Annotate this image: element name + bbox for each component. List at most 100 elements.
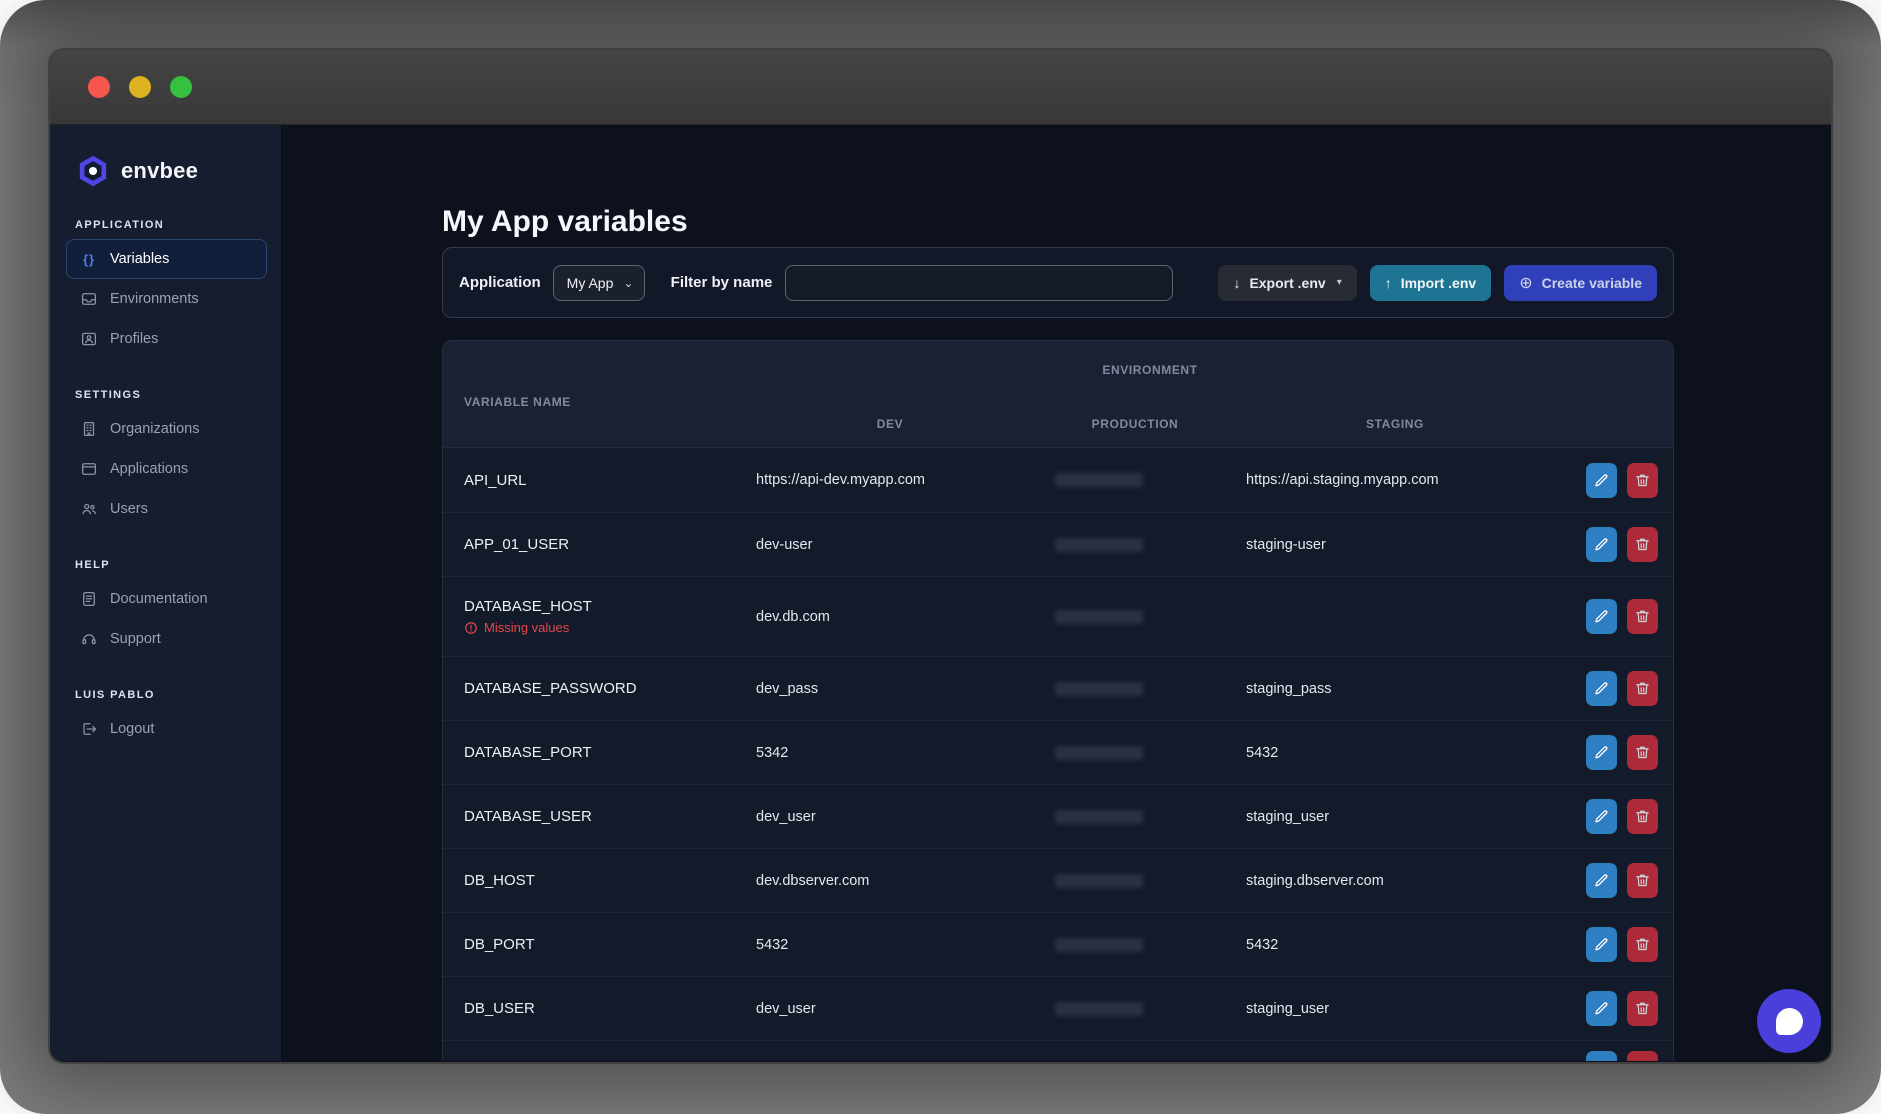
edit-variable-button[interactable] [1586,671,1617,706]
row-actions [1560,991,1673,1026]
edit-variable-button[interactable] [1586,463,1617,498]
dev-value: 5432 [740,937,1040,953]
sidebar-item-organizations[interactable]: Organizations [66,409,267,449]
minimize-window-button[interactable] [129,76,151,98]
page-title: My App variables [442,205,688,239]
chat-widget-button[interactable] [1757,989,1821,1053]
sidebar-item-documentation[interactable]: Documentation [66,579,267,619]
logo[interactable]: envbee [66,153,267,189]
sidebar-item-variables[interactable]: {}Variables [66,239,267,279]
production-masked-value [1055,810,1143,824]
variable-name-cell: DATABASE_PORT [443,744,740,761]
create-variable-button[interactable]: ⊕ Create variable [1504,265,1657,301]
table-row: DB_HOSTdev.dbserver.com staging.dbserver.… [443,848,1673,912]
pencil-icon [1594,809,1609,824]
sidebar-item-profiles[interactable]: Profiles [66,319,267,359]
row-actions [1560,463,1673,498]
sidebar-item-label: Organizations [110,421,199,437]
dev-value: 5342 [740,745,1040,761]
sidebar-item-support[interactable]: Support [66,619,267,659]
production-masked-value [1055,746,1143,760]
filter-input[interactable] [785,265,1173,301]
delete-variable-button[interactable] [1627,599,1658,634]
trash-icon [1635,809,1650,824]
staging-value: https://api.staging.myapp.com [1230,472,1560,488]
tray-icon [80,290,98,308]
table-row: API_URLhttps://api-dev.myapp.comhttps://… [443,448,1673,512]
row-actions [1560,927,1673,962]
production-masked-value [1055,610,1143,624]
export-env-button[interactable]: ↓ Export .env ▾ [1218,265,1356,301]
table-row: DATABASE_USERdev_userstaging_user [443,784,1673,848]
filter-label: Filter by name [671,274,773,291]
variable-name: DATABASE_PASSWORD [464,680,740,697]
edit-variable-button[interactable] [1586,527,1617,562]
logout-icon [80,720,98,738]
main-content: My App variables Application My App ⌄ Fi… [282,125,1831,1061]
pencil-icon [1594,745,1609,760]
import-env-button[interactable]: ↑ Import .env [1370,265,1491,301]
delete-variable-button[interactable] [1627,527,1658,562]
variable-name-cell: DATABASE_USER [443,808,740,825]
variable-name: DB_PORT [464,936,740,953]
headset-icon [80,630,98,648]
sidebar-item-label: Environments [110,291,199,307]
variable-name: DB_USER [464,1000,740,1017]
edit-variable-button[interactable] [1586,799,1617,834]
pencil-icon [1594,873,1609,888]
edit-variable-button[interactable] [1586,1051,1617,1061]
missing-values-warning: Missing values [464,620,740,635]
delete-variable-button[interactable] [1627,927,1658,962]
table-row: DB_USERdev_user staging_user [443,976,1673,1040]
document-icon [80,590,98,608]
trash-icon [1635,681,1650,696]
sidebar-item-users[interactable]: Users [66,489,267,529]
caret-down-icon: ▾ [1337,277,1342,288]
edit-variable-button[interactable] [1586,735,1617,770]
create-variable-label: Create variable [1542,275,1642,291]
variable-name: DB_HOST [464,872,740,889]
edit-variable-button[interactable] [1586,927,1617,962]
sidebar-item-logout[interactable]: Logout [66,709,267,749]
delete-variable-button[interactable] [1627,863,1658,898]
delete-variable-button[interactable] [1627,671,1658,706]
delete-variable-button[interactable] [1627,735,1658,770]
staging-value: staging_user [1230,1001,1560,1017]
delete-variable-button[interactable] [1627,799,1658,834]
variable-name-cell: DB_USER [443,1000,740,1017]
sidebar-item-label: Applications [110,461,188,477]
trash-icon [1635,745,1650,760]
application-select-value: My App [567,275,614,291]
production-value-cell [1040,746,1230,760]
staging-value: staging.dbserver.com [1230,873,1560,889]
sidebar-item-applications[interactable]: Applications [66,449,267,489]
pencil-icon [1594,537,1609,552]
edit-variable-button[interactable] [1586,599,1617,634]
sidebar-item-label: Documentation [110,591,208,607]
dev-value: dev_user [740,1001,1040,1017]
profile-card-icon [80,330,98,348]
dev-value: dev_pass [740,681,1040,697]
production-masked-value [1055,874,1143,888]
production-masked-value [1055,938,1143,952]
variable-name: APP_01_USER [464,536,740,553]
sidebar-item-environments[interactable]: Environments [66,279,267,319]
delete-variable-button[interactable] [1627,463,1658,498]
zoom-window-button[interactable] [170,76,192,98]
close-window-button[interactable] [88,76,110,98]
braces-icon: {} [80,250,98,268]
sidebar-section-label: HELP [75,559,267,571]
application-select[interactable]: My App ⌄ [553,265,645,301]
pencil-icon [1594,1001,1609,1016]
variable-name-column-header: VARIABLE NAME [464,395,571,409]
dev-value: dev.dbserver.com [740,873,1040,889]
delete-variable-button[interactable] [1627,991,1658,1026]
variable-name: DATABASE_USER [464,808,740,825]
edit-variable-button[interactable] [1586,991,1617,1026]
production-value-cell [1040,610,1230,624]
delete-variable-button[interactable] [1627,1051,1658,1061]
table-row: DATABASE_HOSTMissing valuesdev.db.com [443,576,1673,656]
chevron-down-icon: ⌄ [623,276,633,290]
application-label: Application [459,274,541,291]
edit-variable-button[interactable] [1586,863,1617,898]
